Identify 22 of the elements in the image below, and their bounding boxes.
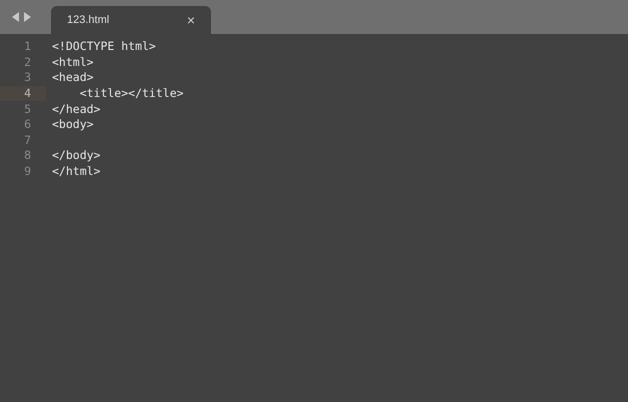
- code-line: </head>: [51, 100, 100, 118]
- left-arrow-icon[interactable]: [12, 12, 20, 22]
- line-number: 5: [23, 101, 32, 117]
- line-number: 3: [23, 70, 32, 86]
- line-number: 8: [23, 148, 32, 164]
- code-line: </html>: [51, 162, 100, 180]
- line-number: 1: [23, 39, 32, 55]
- line-number: 6: [23, 116, 32, 133]
- line-number: 9: [23, 164, 32, 180]
- line-number: 7: [23, 132, 32, 148]
- line-number: 4: [0, 86, 46, 102]
- close-icon[interactable]: ×: [186, 10, 195, 30]
- code-line: <title></title>: [78, 84, 184, 102]
- right-arrow-icon[interactable]: [23, 12, 31, 22]
- file-tab[interactable]: 123.html ×: [51, 6, 211, 34]
- code-line: <body>: [51, 116, 94, 134]
- code-line: <head>: [51, 69, 94, 86]
- code-line: <html>: [51, 54, 94, 71]
- code-line: </body>: [51, 147, 100, 164]
- line-number: 2: [23, 54, 32, 70]
- code-line: <!DOCTYPE html>: [51, 38, 156, 56]
- tab-title: 123.html: [67, 12, 110, 28]
